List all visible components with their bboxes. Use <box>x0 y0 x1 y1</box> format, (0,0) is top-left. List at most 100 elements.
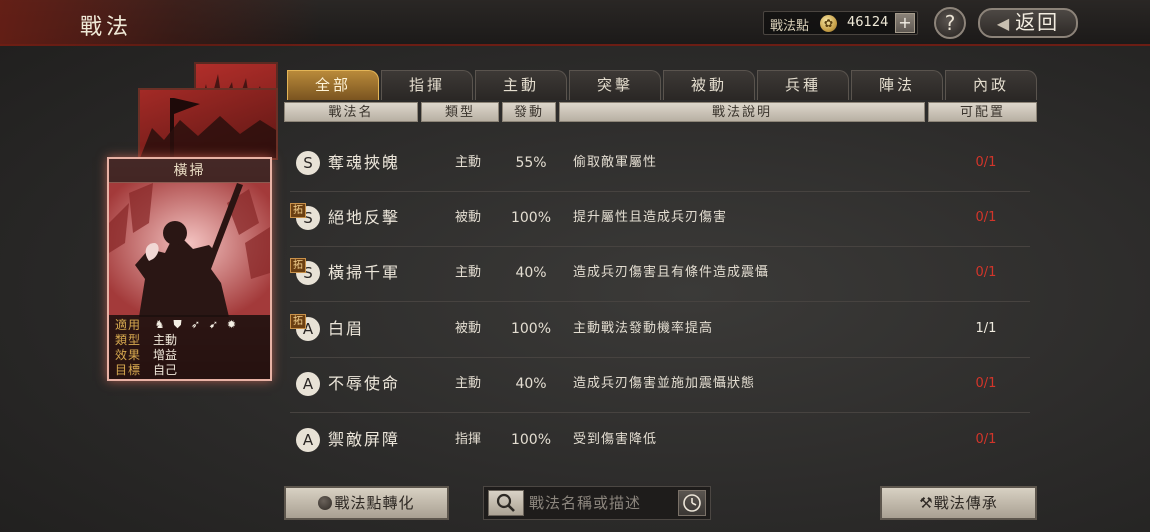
tactic-rate: 40% <box>515 265 547 281</box>
tactic-name: 奪魂挾魄 <box>328 153 401 172</box>
tactic-name: 橫掃千軍 <box>328 263 401 282</box>
cavalry-icon: ♞ <box>154 318 165 331</box>
tactic-card[interactable]: 橫掃 適用 ♞ ⛊ ➶ ➹ ✹ 類型 主動 效果 增益 目標 自己 <box>107 157 272 381</box>
tactic-points-label: 戰法點 <box>770 19 810 34</box>
tab-formation[interactable]: 陣法 <box>851 70 943 100</box>
help-button[interactable]: ? <box>934 7 966 39</box>
tactic-points-value: 46124 <box>847 15 889 30</box>
category-tabs: 全部 指揮 主動 突擊 被動 兵種 陣法 內政 <box>287 70 1037 100</box>
tab-passive[interactable]: 被動 <box>663 70 755 100</box>
back-button-label: 返回 <box>1015 10 1060 34</box>
troop-icons: ♞ ⛊ ➶ ➹ ✹ <box>153 318 238 331</box>
tactic-type: 指揮 <box>454 432 481 447</box>
grade-badge: A拓 <box>290 314 320 341</box>
card-info-row: 效果 增益 <box>115 347 264 362</box>
card-info-row: 適用 ♞ ⛊ ➶ ➹ ✹ <box>115 317 264 332</box>
convert-points-label: 戰法點轉化 <box>334 494 415 512</box>
wheel-icon: ✹ <box>226 318 237 331</box>
tactic-description: 受到傷害降低 <box>573 432 658 447</box>
tab-troop[interactable]: 兵種 <box>757 70 849 100</box>
tactic-slots: 0/1 <box>975 155 997 170</box>
tactic-type: 被動 <box>454 210 481 225</box>
warrior-art-icon <box>109 183 270 317</box>
tactic-slots: 0/1 <box>975 265 997 280</box>
tab-active[interactable]: 主動 <box>475 70 567 100</box>
expand-tag: 拓 <box>290 258 306 273</box>
tactic-slots: 1/1 <box>975 321 997 336</box>
clock-icon <box>683 494 701 512</box>
tactic-rate: 100% <box>510 432 552 448</box>
table-row[interactable]: S拓 絕地反擊 被動 100% 提升屬性且造成兵刃傷害 0/1 <box>290 193 1030 247</box>
banner-silhouette-icon <box>140 98 276 158</box>
card-stack-middle <box>138 88 278 160</box>
tactic-slots: 0/1 <box>975 210 997 225</box>
spear-icon: ➹ <box>208 318 219 331</box>
back-button[interactable]: ◀ 返回 <box>978 8 1078 38</box>
grade-badge: A <box>296 428 320 452</box>
tactic-description: 提升屬性且造成兵刃傷害 <box>573 210 728 225</box>
tactic-rate: 100% <box>510 210 552 226</box>
inherit-tactic-button[interactable]: ⚒戰法傳承 <box>880 486 1037 520</box>
grade-badge: S拓 <box>290 258 320 285</box>
search-bar <box>483 486 711 520</box>
search-input[interactable] <box>529 489 675 517</box>
tab-assault[interactable]: 突擊 <box>569 70 661 100</box>
tactic-list[interactable]: S 奪魂挾魄 主動 55% 偷取敵軍屬性 0/1 S拓 絕地反擊 被動 100%… <box>284 130 1037 470</box>
top-bar: 戰法 戰法點 ✿ 46124 + ? ◀ 返回 <box>0 0 1150 46</box>
table-row[interactable]: S 奪魂挾魄 主動 55% 偷取敵軍屬性 0/1 <box>290 138 1030 192</box>
card-info-row: 目標 自己 <box>115 362 264 377</box>
shield-icon: ⛊ <box>173 318 182 331</box>
points-icon <box>318 496 333 510</box>
card-info-value: 自己 <box>153 363 178 377</box>
card-info-row: 類型 主動 <box>115 332 264 347</box>
tab-internal[interactable]: 內政 <box>945 70 1037 100</box>
tactic-description: 主動戰法發動機率提高 <box>573 321 714 336</box>
search-button[interactable] <box>488 490 524 516</box>
card-info-panel: 適用 ♞ ⛊ ➶ ➹ ✹ 類型 主動 效果 增益 目標 自己 <box>109 315 270 379</box>
tactic-name: 絕地反擊 <box>328 208 401 227</box>
tactic-description: 造成兵刃傷害且有條件造成震懾 <box>573 265 770 280</box>
title-banner <box>0 0 320 46</box>
tactic-type: 被動 <box>454 321 481 336</box>
tactic-rate: 55% <box>515 155 547 171</box>
page-title: 戰法 <box>80 15 133 40</box>
grade-badge: S拓 <box>290 203 320 230</box>
tactic-points-display: 戰法點 ✿ 46124 + <box>763 11 918 35</box>
hammer-icon: ⚒ <box>919 494 934 512</box>
expand-tag: 拓 <box>290 203 306 218</box>
add-points-button[interactable]: + <box>895 13 915 33</box>
table-row[interactable]: A 不辱使命 主動 40% 造成兵刃傷害並施加震懾狀態 0/1 <box>290 359 1030 413</box>
tactic-type: 主動 <box>454 265 481 280</box>
expand-tag: 拓 <box>290 314 306 329</box>
column-header-name[interactable]: 戰法名 <box>284 102 418 122</box>
tactic-rate: 40% <box>515 376 547 392</box>
back-arrow-icon: ◀ <box>996 14 1012 33</box>
history-button[interactable] <box>678 490 706 516</box>
bow-icon: ➶ <box>190 318 201 331</box>
column-header-slots[interactable]: 可配置 <box>928 102 1037 122</box>
tactic-slots: 0/1 <box>975 376 997 391</box>
card-title: 橫掃 <box>109 159 270 183</box>
tab-all[interactable]: 全部 <box>287 70 379 100</box>
tactic-type: 主動 <box>454 155 481 170</box>
tactic-rate: 100% <box>510 321 552 337</box>
tactic-name: 不辱使命 <box>328 374 401 393</box>
tab-command[interactable]: 指揮 <box>381 70 473 100</box>
grade-badge: S <box>296 151 320 175</box>
table-row[interactable]: A拓 白眉 被動 100% 主動戰法發動機率提高 1/1 <box>290 304 1030 358</box>
tactic-name: 禦敵屏障 <box>328 430 401 449</box>
table-row[interactable]: A 禦敵屏障 指揮 100% 受到傷害降低 0/1 <box>290 415 1030 469</box>
column-header-rate[interactable]: 發動 <box>502 102 556 122</box>
column-header-description: 戰法說明 <box>559 102 925 122</box>
inherit-tactic-label: 戰法傳承 <box>933 494 998 512</box>
coin-icon: ✿ <box>820 15 837 32</box>
tactic-name: 白眉 <box>328 319 365 338</box>
table-row[interactable]: S拓 橫掃千軍 主動 40% 造成兵刃傷害且有條件造成震懾 0/1 <box>290 248 1030 302</box>
tactic-description: 偷取敵軍屬性 <box>573 155 658 170</box>
column-header-type[interactable]: 類型 <box>421 102 499 122</box>
tactic-slots: 0/1 <box>975 432 997 447</box>
card-info-key: 目標 <box>115 363 142 377</box>
tactic-description: 造成兵刃傷害並施加震懾狀態 <box>573 376 756 391</box>
tactic-type: 主動 <box>454 376 481 391</box>
convert-points-button[interactable]: 戰法點轉化 <box>284 486 449 520</box>
